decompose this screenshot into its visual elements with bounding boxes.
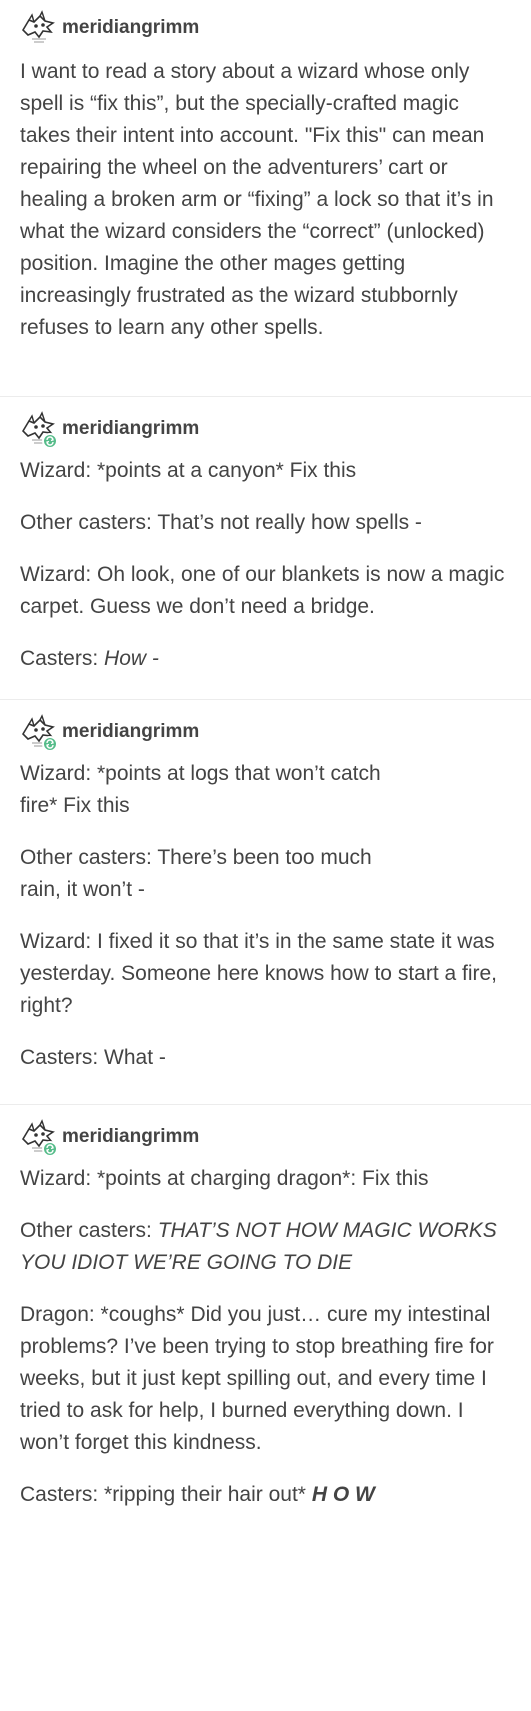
post-reblog: meridiangrimm Wizard: *points at chargin… — [0, 1105, 531, 1701]
avatar[interactable] — [20, 10, 56, 46]
avatar[interactable] — [20, 714, 58, 752]
wolf-skull-avatar-icon — [21, 10, 55, 43]
reblog-icon — [42, 433, 58, 449]
username[interactable]: meridiangrimm — [62, 17, 199, 39]
avatar[interactable] — [20, 411, 58, 449]
speaker-prefix: Casters: — [20, 647, 105, 670]
post-reblog: meridiangrimm Wizard: *points at logs th… — [0, 700, 531, 1104]
bold-italic-text: H O W — [311, 1483, 375, 1506]
post-header: meridiangrimm — [20, 8, 511, 48]
post-body: I want to read a story about a wizard wh… — [20, 48, 511, 344]
post-paragraph: Wizard: *points at charging dragon*: Fix… — [20, 1167, 429, 1190]
post-reblog: meridiangrimm Wizard: *points at a canyo… — [0, 397, 531, 699]
post-paragraph: Dragon: *coughs* Did you just… cure my i… — [20, 1303, 494, 1454]
avatar[interactable] — [20, 1119, 58, 1157]
post-paragraph: I want to read a story about a wizard wh… — [20, 60, 494, 339]
reblog-icon — [42, 736, 58, 752]
username[interactable]: meridiangrimm — [62, 1126, 199, 1148]
username[interactable]: meridiangrimm — [62, 418, 199, 440]
post-body: Wizard: *points at a canyon* Fix this Ot… — [20, 449, 511, 675]
post-header: meridiangrimm — [20, 712, 511, 752]
post-header: meridiangrimm — [20, 409, 511, 449]
post-paragraph: Wizard: *points at a canyon* Fix this — [20, 459, 357, 482]
post-paragraph: Other casters: THAT’S NOT HOW MAGIC WORK… — [20, 1215, 511, 1279]
post-paragraph: Casters: What - — [20, 1046, 166, 1069]
speaker-prefix: Casters: *ripping their hair out* — [20, 1483, 312, 1506]
post-body: Wizard: *points at logs that won’t catch… — [20, 752, 511, 1074]
speaker-prefix: Other casters: — [20, 1219, 158, 1242]
post-body: Wizard: *points at charging dragon*: Fix… — [20, 1157, 511, 1511]
post-original: meridiangrimm I want to read a story abo… — [0, 0, 531, 396]
post-paragraph: Wizard: Oh look, one of our blankets is … — [20, 563, 505, 618]
post-paragraph: Casters: *ripping their hair out* H O W — [20, 1479, 511, 1511]
italic-text: How - — [104, 647, 159, 670]
post-paragraph: Wizard: I fixed it so that it’s in the s… — [20, 930, 498, 1017]
reblog-icon — [42, 1141, 58, 1157]
post-header: meridiangrimm — [20, 1117, 511, 1157]
post-paragraph: Other casters: There’s been too much rai… — [20, 846, 372, 901]
post-paragraph: Other casters: That’s not really how spe… — [20, 511, 422, 534]
post-paragraph: Casters: How - — [20, 643, 511, 675]
username[interactable]: meridiangrimm — [62, 721, 199, 743]
post-paragraph: Wizard: *points at logs that won’t catch… — [20, 762, 381, 817]
